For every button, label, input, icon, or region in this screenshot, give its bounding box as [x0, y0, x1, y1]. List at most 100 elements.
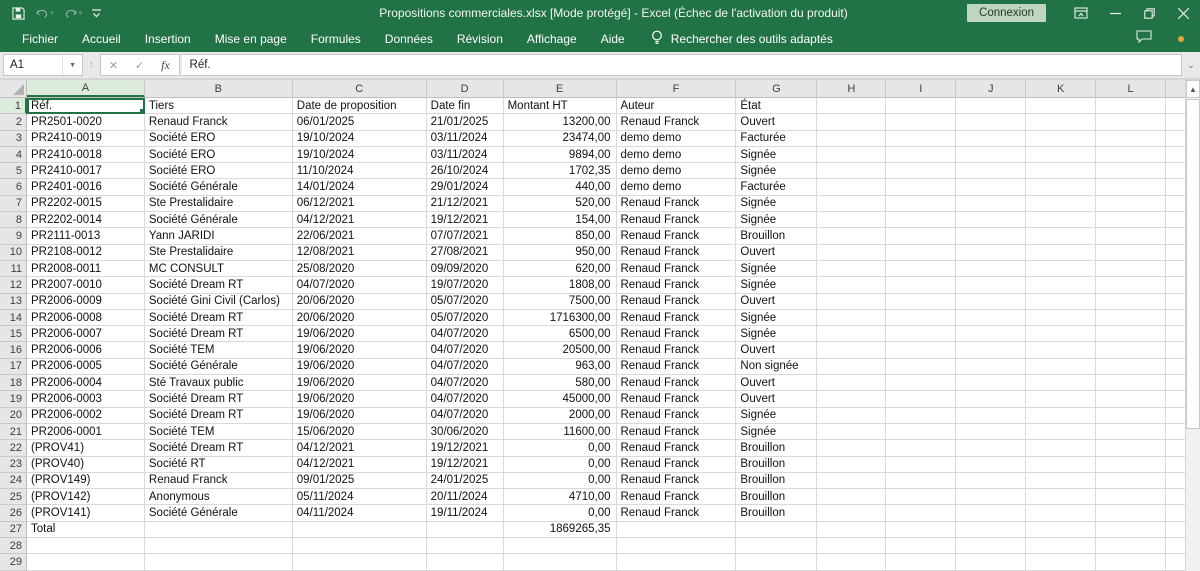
cell-B1[interactable]: Tiers: [145, 98, 293, 114]
cell-C19[interactable]: 19/06/2020: [293, 391, 427, 407]
cell-C26[interactable]: 04/11/2024: [293, 505, 427, 521]
cell-L10[interactable]: [1096, 245, 1166, 261]
cell-H4[interactable]: [817, 147, 886, 163]
cell-K4[interactable]: [1026, 147, 1096, 163]
cell-F8[interactable]: Renaud Franck: [617, 212, 737, 228]
cell-J14[interactable]: [956, 310, 1026, 326]
cell-G24[interactable]: Brouillon: [736, 473, 817, 489]
cell-L1[interactable]: [1096, 98, 1166, 114]
cell-C22[interactable]: 04/12/2021: [293, 440, 427, 456]
cell-K2[interactable]: [1026, 114, 1096, 130]
cell-H11[interactable]: [817, 261, 886, 277]
cell-F5[interactable]: demo demo: [617, 163, 737, 179]
cell-J22[interactable]: [956, 440, 1026, 456]
cell-K11[interactable]: [1026, 261, 1096, 277]
cell-G27[interactable]: [736, 522, 817, 538]
select-all-corner[interactable]: [0, 80, 27, 97]
row-header-17[interactable]: 17: [0, 359, 27, 375]
cell-E27[interactable]: 1869265,35: [504, 522, 617, 538]
cell-I26[interactable]: [886, 505, 956, 521]
cell-E16[interactable]: 20500,00: [504, 342, 617, 358]
cell-J2[interactable]: [956, 114, 1026, 130]
cell-H29[interactable]: [817, 554, 886, 570]
cell-B27[interactable]: [145, 522, 293, 538]
cell-L21[interactable]: [1096, 424, 1166, 440]
cell-J20[interactable]: [956, 408, 1026, 424]
cell-L19[interactable]: [1096, 391, 1166, 407]
cell-D24[interactable]: 24/01/2025: [427, 473, 504, 489]
cell-I21[interactable]: [886, 424, 956, 440]
cell-D7[interactable]: 21/12/2021: [427, 196, 504, 212]
cell-H10[interactable]: [817, 245, 886, 261]
cell-E3[interactable]: 23474,00: [504, 131, 617, 147]
cell-E1[interactable]: Montant HT: [504, 98, 617, 114]
row-header-18[interactable]: 18: [0, 375, 27, 391]
cell-K25[interactable]: [1026, 489, 1096, 505]
row-header-22[interactable]: 22: [0, 440, 27, 456]
row-header-27[interactable]: 27: [0, 522, 27, 538]
cell-G8[interactable]: Signée: [736, 212, 817, 228]
cell-J19[interactable]: [956, 391, 1026, 407]
name-box[interactable]: A1 ▼: [3, 54, 83, 76]
cell-B14[interactable]: Société Dream RT: [145, 310, 293, 326]
row-header-7[interactable]: 7: [0, 196, 27, 212]
cell-D1[interactable]: Date fin: [427, 98, 504, 114]
cell-F13[interactable]: Renaud Franck: [617, 294, 737, 310]
row-header-13[interactable]: 13: [0, 294, 27, 310]
row-header-16[interactable]: 16: [0, 342, 27, 358]
row-header-24[interactable]: 24: [0, 473, 27, 489]
cell-H1[interactable]: [817, 98, 886, 114]
cell-E23[interactable]: 0,00: [504, 457, 617, 473]
cell-H19[interactable]: [817, 391, 886, 407]
cell-G7[interactable]: Signée: [736, 196, 817, 212]
cell-L2[interactable]: [1096, 114, 1166, 130]
cell-D2[interactable]: 21/01/2025: [427, 114, 504, 130]
cell-C25[interactable]: 05/11/2024: [293, 489, 427, 505]
cell-G21[interactable]: Signée: [736, 424, 817, 440]
col-header-K[interactable]: K: [1026, 80, 1096, 97]
cell-H21[interactable]: [817, 424, 886, 440]
row-header-25[interactable]: 25: [0, 489, 27, 505]
cell-G15[interactable]: Signée: [736, 326, 817, 342]
cell-E19[interactable]: 45000,00: [504, 391, 617, 407]
cell-L12[interactable]: [1096, 277, 1166, 293]
cell-H20[interactable]: [817, 408, 886, 424]
cell-G25[interactable]: Brouillon: [736, 489, 817, 505]
cell-J29[interactable]: [956, 554, 1026, 570]
cell-A24[interactable]: (PROV149): [27, 473, 145, 489]
col-header-C[interactable]: C: [293, 80, 427, 97]
cell-G11[interactable]: Signée: [736, 261, 817, 277]
cell-D12[interactable]: 19/07/2020: [427, 277, 504, 293]
cell-K1[interactable]: [1026, 98, 1096, 114]
cell-H28[interactable]: [817, 538, 886, 554]
cell-E5[interactable]: 1702,35: [504, 163, 617, 179]
cell-I20[interactable]: [886, 408, 956, 424]
cell-A23[interactable]: (PROV40): [27, 457, 145, 473]
cell-G17[interactable]: Non signée: [736, 359, 817, 375]
cell-D5[interactable]: 26/10/2024: [427, 163, 504, 179]
col-header-G[interactable]: G: [736, 80, 817, 97]
cell-G20[interactable]: Signée: [736, 408, 817, 424]
cell-G5[interactable]: Signée: [736, 163, 817, 179]
cell-E11[interactable]: 620,00: [504, 261, 617, 277]
cell-K20[interactable]: [1026, 408, 1096, 424]
ribbon-tab-fichier[interactable]: Fichier: [10, 26, 70, 52]
cell-C1[interactable]: Date de proposition: [293, 98, 427, 114]
ribbon-tab-mise-en-page[interactable]: Mise en page: [203, 26, 299, 52]
cell-H6[interactable]: [817, 179, 886, 195]
cell-H8[interactable]: [817, 212, 886, 228]
cell-E26[interactable]: 0,00: [504, 505, 617, 521]
row-header-15[interactable]: 15: [0, 326, 27, 342]
row-header-10[interactable]: 10: [0, 245, 27, 261]
cell-A28[interactable]: [27, 538, 145, 554]
cell-A26[interactable]: (PROV141): [27, 505, 145, 521]
cell-E18[interactable]: 580,00: [504, 375, 617, 391]
cell-B21[interactable]: Société TEM: [145, 424, 293, 440]
cell-D3[interactable]: 03/11/2024: [427, 131, 504, 147]
cell-E21[interactable]: 11600,00: [504, 424, 617, 440]
cell-L24[interactable]: [1096, 473, 1166, 489]
cell-D9[interactable]: 07/07/2021: [427, 228, 504, 244]
cell-C16[interactable]: 19/06/2020: [293, 342, 427, 358]
cell-L11[interactable]: [1096, 261, 1166, 277]
cell-C23[interactable]: 04/12/2021: [293, 457, 427, 473]
